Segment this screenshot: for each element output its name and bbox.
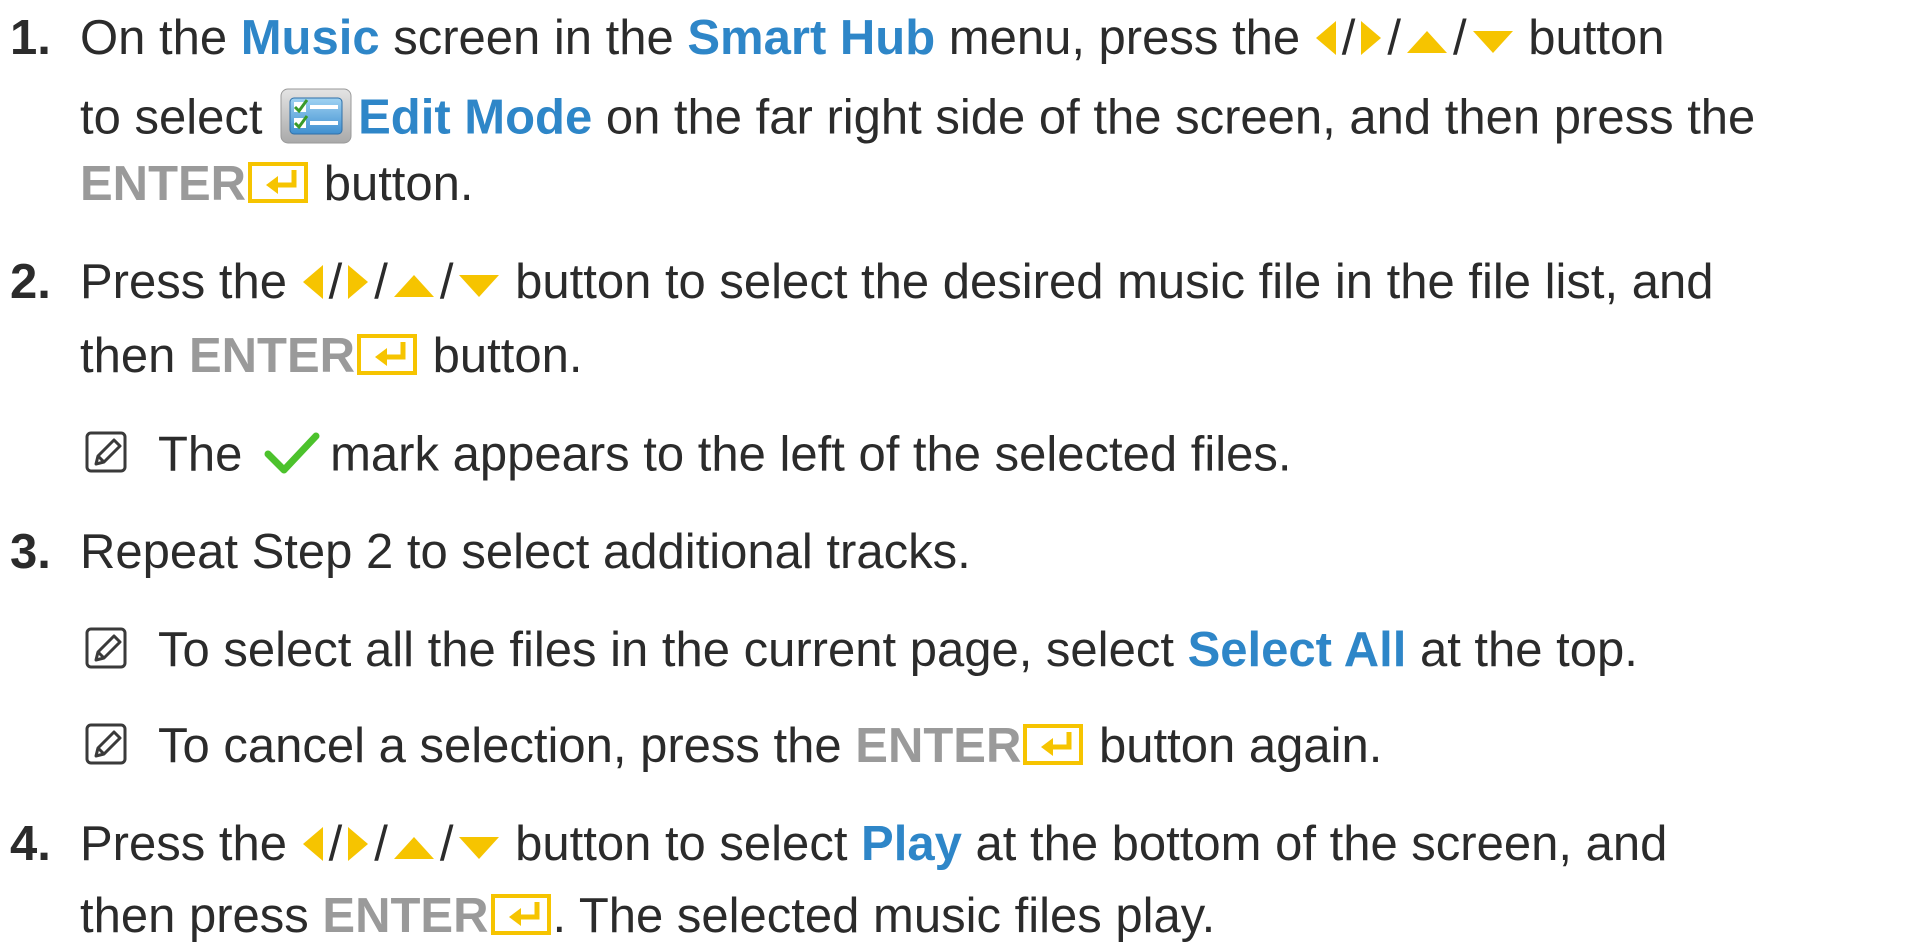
left-arrow-icon — [301, 823, 325, 872]
text: screen in the — [379, 11, 688, 65]
text: button. — [419, 329, 583, 383]
text: on the far right side of the screen, and… — [592, 90, 1756, 145]
step-2-line-1: Press the / / / button to select the desir… — [80, 258, 1714, 310]
text: The — [158, 427, 257, 482]
text: button again. — [1085, 719, 1383, 773]
text: On the — [80, 11, 241, 65]
separator: / — [328, 817, 343, 871]
text: then — [80, 329, 189, 383]
up-arrow-icon — [1405, 17, 1449, 66]
text: at the bottom of the screen, and — [961, 817, 1668, 871]
right-arrow-icon — [346, 261, 370, 310]
separator: / — [1341, 11, 1356, 65]
keyword-music: Music — [240, 11, 380, 65]
text: to select — [80, 90, 277, 145]
step-4-line-2: then press ENTER . The selected music fil… — [80, 892, 1215, 946]
separator: / — [1452, 11, 1467, 65]
enter-icon — [248, 161, 310, 214]
step-2-line-2: then ENTER button. — [80, 332, 583, 386]
keyword-edit-mode: Edit Mode — [358, 90, 593, 145]
up-arrow-icon — [392, 823, 436, 872]
keyword-play: Play — [861, 817, 962, 871]
separator: / — [374, 817, 388, 871]
keyword-smart-hub: Smart Hub — [687, 11, 936, 65]
step-number: 2. — [10, 255, 51, 309]
enter-icon — [357, 333, 419, 386]
text: button to select the desired music file … — [501, 255, 1714, 309]
text: button to select — [501, 817, 862, 871]
separator: / — [374, 255, 388, 309]
separator: / — [1387, 11, 1401, 65]
keyword-select-all: Select All — [1187, 623, 1407, 677]
text: Press the — [80, 817, 301, 871]
step-1-line-2: to select Edit Mode on the far right sid… — [80, 88, 1755, 153]
enter-label: ENTER — [855, 719, 1022, 773]
enter-label: ENTER — [80, 157, 247, 211]
separator: / — [439, 255, 454, 309]
edit-mode-icon — [280, 88, 352, 153]
text: at the top. — [1406, 623, 1638, 677]
step-3-note-2: To cancel a selection, press the ENTER b… — [158, 722, 1382, 776]
down-arrow-icon — [457, 261, 501, 310]
text: To cancel a selection, press the — [158, 719, 856, 773]
step-1-line-1: On the Music screen in the Smart Hub men… — [80, 14, 1664, 66]
step-number: 4. — [10, 817, 51, 871]
enter-icon — [1023, 723, 1085, 776]
down-arrow-icon — [1471, 17, 1515, 66]
left-arrow-icon — [1314, 17, 1338, 66]
note-icon — [84, 722, 128, 766]
step-number: 3. — [10, 525, 51, 579]
step-number: 1. — [10, 11, 51, 65]
note-icon — [84, 430, 128, 474]
step-3-note-1: To select all the files in the current p… — [158, 626, 1638, 675]
left-arrow-icon — [301, 261, 325, 310]
separator: / — [439, 817, 454, 871]
text: then press — [80, 889, 323, 943]
separator: / — [328, 255, 343, 309]
text: menu, press the — [935, 11, 1314, 65]
up-arrow-icon — [392, 261, 436, 310]
text: To select all the files in the current p… — [158, 623, 1188, 677]
checkmark-icon — [264, 430, 320, 485]
enter-icon — [490, 893, 553, 946]
enter-label: ENTER — [322, 889, 489, 943]
right-arrow-icon — [1359, 17, 1383, 66]
enter-label: ENTER — [188, 329, 356, 383]
step-4-line-1: Press the / / / button to select Play at t… — [80, 820, 1667, 872]
step-1-line-3: ENTER button. — [80, 160, 474, 214]
right-arrow-icon — [346, 823, 370, 872]
text: button. — [310, 157, 474, 211]
text: . The selected music files play. — [552, 889, 1216, 943]
step-3-line-1: Repeat Step 2 to select additional track… — [80, 525, 971, 579]
step-2-note: The mark appears to the left of the sele… — [158, 430, 1292, 485]
text: button — [1514, 11, 1665, 65]
text: Press the — [80, 255, 301, 309]
note-icon — [84, 626, 128, 670]
text: mark appears to the left of the selected… — [330, 427, 1292, 482]
down-arrow-icon — [457, 823, 501, 872]
